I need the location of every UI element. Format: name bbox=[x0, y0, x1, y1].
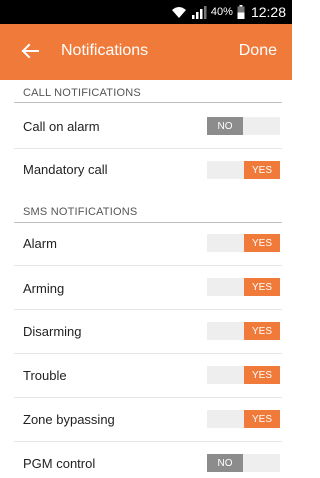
trouble-toggle[interactable]: YES bbox=[207, 366, 280, 384]
toggle-knob: YES bbox=[244, 234, 280, 252]
row-divider bbox=[14, 265, 282, 266]
page-title: Notifications bbox=[61, 42, 149, 59]
section-divider bbox=[14, 222, 282, 223]
row-label-trouble: Trouble bbox=[23, 368, 67, 383]
row-divider bbox=[14, 148, 282, 149]
row-label-call-on-alarm: Call on alarm bbox=[23, 119, 100, 134]
row-divider bbox=[14, 309, 282, 310]
row-label-alarm: Alarm bbox=[23, 236, 57, 251]
app-bar: Notifications Done bbox=[0, 24, 292, 80]
pgm-control-toggle[interactable]: NO bbox=[207, 454, 280, 472]
toggle-knob: NO bbox=[207, 454, 243, 472]
row-label-disarming: Disarming bbox=[23, 324, 82, 339]
section-header-call: CALL NOTIFICATIONS bbox=[23, 87, 141, 99]
row-label-pgm-control: PGM control bbox=[23, 456, 96, 471]
row-label-mandatory-call: Mandatory call bbox=[23, 162, 108, 177]
row-divider bbox=[14, 353, 282, 354]
zone-bypassing-toggle[interactable]: YES bbox=[207, 410, 280, 428]
toggle-knob: YES bbox=[244, 410, 280, 428]
arrow-back-icon[interactable] bbox=[20, 41, 40, 61]
status-bar: 40% 12:28 bbox=[0, 0, 292, 24]
toggle-knob: NO bbox=[207, 117, 243, 135]
section-header-sms: SMS NOTIFICATIONS bbox=[23, 206, 138, 218]
toggle-knob: YES bbox=[244, 161, 280, 179]
alarm-toggle[interactable]: YES bbox=[207, 234, 280, 252]
cell-signal-icon bbox=[191, 6, 207, 19]
call-on-alarm-toggle[interactable]: NO bbox=[207, 117, 280, 135]
row-divider bbox=[14, 441, 282, 442]
battery-percent: 40% bbox=[210, 6, 233, 18]
toggle-knob: YES bbox=[244, 278, 280, 296]
mandatory-call-toggle[interactable]: YES bbox=[207, 161, 280, 179]
wifi-icon bbox=[171, 7, 186, 18]
disarming-toggle[interactable]: YES bbox=[207, 322, 280, 340]
clock: 12:28 bbox=[250, 4, 286, 20]
done-button[interactable]: Done bbox=[239, 42, 277, 60]
toggle-knob: YES bbox=[244, 366, 280, 384]
row-label-zone-bypassing: Zone bypassing bbox=[23, 412, 115, 427]
section-divider bbox=[14, 102, 282, 103]
battery-icon bbox=[237, 5, 245, 19]
row-label-arming: Arming bbox=[23, 281, 65, 296]
row-divider bbox=[14, 397, 282, 398]
toggle-knob: YES bbox=[244, 322, 280, 340]
arming-toggle[interactable]: YES bbox=[207, 278, 280, 296]
